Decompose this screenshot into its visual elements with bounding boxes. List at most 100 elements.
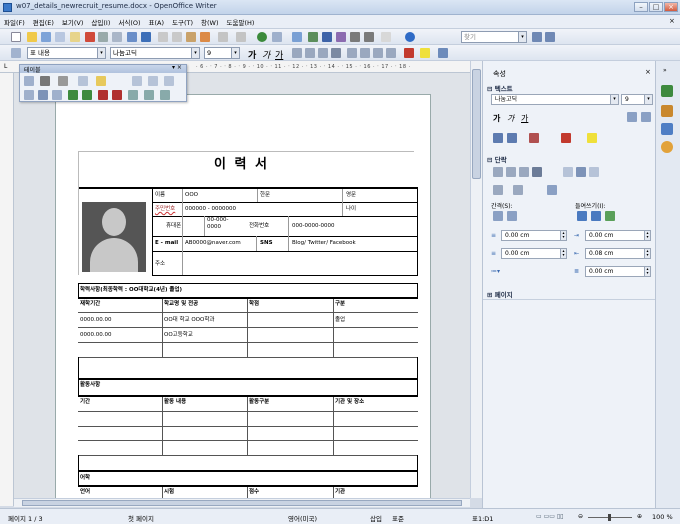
- after-indent-field[interactable]: 0.08 cm ▴ ▾: [585, 248, 651, 259]
- document-area[interactable]: 이 력 서 이름 OOO 한문 영문 주민번호 000000 - 0000000…: [14, 73, 470, 498]
- font-size-combo[interactable]: 9 ▾: [204, 47, 240, 59]
- outline-icon[interactable]: [507, 133, 517, 143]
- increase-indent-icon[interactable]: [386, 48, 396, 58]
- menu-help[interactable]: 도움말(H): [223, 15, 259, 27]
- chevron-right-icon[interactable]: »: [663, 67, 667, 74]
- chevron-down-icon[interactable]: ▾: [644, 95, 652, 104]
- edit-file-icon[interactable]: [70, 32, 80, 42]
- table-cell[interactable]: OO고등학교: [164, 332, 193, 339]
- styles-icon[interactable]: [11, 48, 21, 58]
- fill-color-icon[interactable]: [96, 76, 106, 86]
- menu-insert[interactable]: 삽입(I): [87, 15, 114, 27]
- valign-bottom-icon[interactable]: [589, 167, 599, 177]
- horizontal-scrollbar[interactable]: [14, 498, 470, 507]
- zoom-icon[interactable]: [364, 32, 374, 42]
- properties-tab-icon[interactable]: [661, 85, 673, 97]
- formatting-marks-icon[interactable]: [350, 32, 360, 42]
- menu-file[interactable]: 파일(F): [0, 15, 29, 27]
- sidebar-align-center-icon[interactable]: [506, 167, 516, 177]
- hyperlink-icon[interactable]: [257, 32, 267, 42]
- tab-type-icon[interactable]: L: [4, 63, 7, 70]
- align-right-icon[interactable]: [318, 48, 328, 58]
- chevron-down-icon[interactable]: ▾: [97, 48, 105, 58]
- before-indent-field[interactable]: 0.00 cm ▴ ▾: [585, 230, 651, 241]
- zoom-in-icon[interactable]: ⊕: [637, 513, 642, 520]
- table-properties-icon[interactable]: [144, 90, 154, 100]
- open-icon[interactable]: [27, 32, 37, 42]
- find-prev-icon[interactable]: [545, 32, 555, 42]
- sidebar-align-left-icon[interactable]: [493, 167, 503, 177]
- email-value[interactable]: AB0000@naver.com: [185, 240, 241, 247]
- gallery-tab-icon[interactable]: [661, 123, 673, 135]
- navigator-tab-icon[interactable]: [661, 141, 673, 153]
- sidebar-italic-icon[interactable]: 가: [507, 113, 514, 124]
- status-zoom[interactable]: 100 %: [652, 513, 673, 521]
- menu-edit[interactable]: 편집(E): [29, 15, 58, 27]
- maximize-button[interactable]: □: [649, 2, 663, 12]
- align-center-v-icon[interactable]: [38, 90, 48, 100]
- copy-icon[interactable]: [172, 32, 182, 42]
- bullets-icon[interactable]: [360, 48, 370, 58]
- menu-window[interactable]: 창(W): [197, 15, 222, 27]
- status-page[interactable]: 페이지 1 / 3: [8, 513, 43, 523]
- sidebar-justify-icon[interactable]: [532, 167, 542, 177]
- shrink-font-icon[interactable]: [641, 112, 651, 122]
- name-value[interactable]: OOO: [185, 192, 198, 199]
- properties-sidebar[interactable]: 속성 × ⊟ 텍스트 나눔고딕 ▾ 9 ▾ 가 가 가 ⊟ 단락 간격(S): 들여…: [482, 61, 655, 508]
- zoom-thumb[interactable]: [608, 514, 611, 521]
- align-top-icon[interactable]: [24, 90, 34, 100]
- increase-indent-icon[interactable]: [577, 211, 587, 221]
- italic-icon[interactable]: 가: [262, 48, 270, 61]
- paste-icon[interactable]: [186, 32, 196, 42]
- rrn-value[interactable]: 000000 - 0000000: [185, 206, 236, 213]
- clone-format-icon[interactable]: [200, 32, 210, 42]
- optimize-icon[interactable]: [164, 76, 174, 86]
- align-left-icon[interactable]: [292, 48, 302, 58]
- sidebar-size-field[interactable]: 9 ▾: [621, 94, 653, 105]
- table-icon[interactable]: [272, 32, 282, 42]
- datasources-icon[interactable]: [336, 32, 346, 42]
- delete-row-icon[interactable]: [98, 90, 108, 100]
- sidebar-font-field[interactable]: 나눔고딕 ▾: [491, 94, 619, 105]
- show-draw-icon[interactable]: [292, 32, 302, 42]
- menu-format[interactable]: 서식(O): [114, 15, 144, 27]
- font-name-combo[interactable]: 나눔고딕 ▾: [110, 47, 200, 59]
- status-selection[interactable]: 표준: [392, 513, 404, 523]
- close-doc-icon[interactable]: ×: [669, 17, 675, 25]
- table-row[interactable]: 0000.00.00: [80, 317, 112, 324]
- navigator-icon[interactable]: [308, 32, 318, 42]
- sidebar-bold-icon[interactable]: 가: [493, 113, 500, 124]
- chevron-down-icon[interactable]: ▾: [610, 95, 618, 104]
- cut-icon[interactable]: [158, 32, 168, 42]
- export-pdf-icon[interactable]: [85, 32, 95, 42]
- chevron-down-icon[interactable]: ▾: [231, 48, 239, 58]
- vertical-ruler[interactable]: [0, 73, 14, 506]
- increase-spacing-icon[interactable]: [493, 211, 503, 221]
- spin-icon[interactable]: ▴ ▾: [644, 249, 650, 258]
- spin-icon[interactable]: ▴ ▾: [560, 249, 566, 258]
- underline-icon[interactable]: 가: [275, 48, 283, 61]
- help-icon[interactable]: [405, 32, 415, 42]
- view-layout-icon[interactable]: ▭ ▭▭ ▯▯: [536, 513, 563, 520]
- scroll-thumb[interactable]: [22, 500, 462, 506]
- table-toolbar-titlebar[interactable]: 테이블 ▾ ×: [20, 64, 186, 74]
- numbering-icon[interactable]: [347, 48, 357, 58]
- sidebar-underline-icon[interactable]: 가: [521, 113, 528, 124]
- scroll-thumb[interactable]: [472, 69, 481, 179]
- phone-value[interactable]: 000-0000-0000: [292, 223, 334, 230]
- decrease-spacing-icon[interactable]: [507, 211, 517, 221]
- sns-value[interactable]: Blog/ Twitter/ Facebook: [292, 240, 356, 247]
- spin-icon[interactable]: ▴ ▾: [644, 267, 650, 276]
- menu-overflow-icon[interactable]: [381, 32, 391, 42]
- sidebar-bullets-icon[interactable]: [493, 185, 503, 195]
- merge-cells-icon[interactable]: [132, 76, 142, 86]
- split-cells-icon[interactable]: [148, 76, 158, 86]
- sort-icon[interactable]: [160, 90, 170, 100]
- decrease-indent-icon[interactable]: [373, 48, 383, 58]
- close-button[interactable]: ×: [664, 2, 678, 12]
- border-color-icon[interactable]: [58, 76, 68, 86]
- highlight-icon[interactable]: [420, 48, 430, 58]
- redo-icon[interactable]: [236, 32, 246, 42]
- autoformat-icon[interactable]: [128, 90, 138, 100]
- borders-icon[interactable]: [78, 76, 88, 86]
